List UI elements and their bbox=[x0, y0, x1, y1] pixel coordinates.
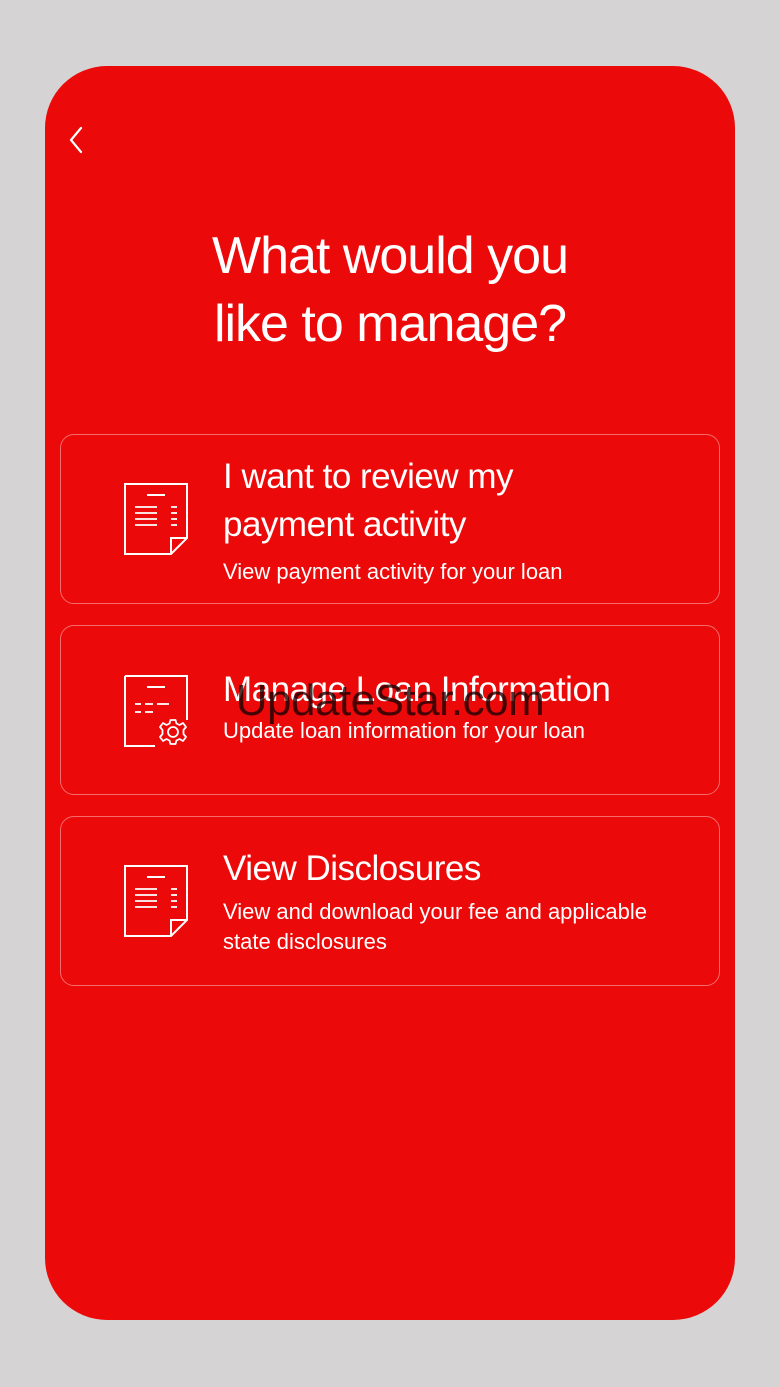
card-title: Manage Loan Information bbox=[223, 670, 611, 709]
card-subtitle: Update loan information for your loan bbox=[223, 718, 585, 743]
card-title: I want to review my payment activity bbox=[223, 457, 514, 544]
card-subtitle: View and download your fee and applicabl… bbox=[223, 899, 648, 954]
page-title-line-2: like to manage? bbox=[213, 295, 567, 353]
manage-loan-information-card[interactable]: Manage Loan Information Update loan info… bbox=[60, 625, 720, 795]
review-payment-activity-card[interactable]: I want to review my payment activity Vie… bbox=[60, 434, 720, 604]
page-title: What would you like to manage? bbox=[45, 222, 735, 358]
gear-icon bbox=[159, 719, 187, 745]
document-list-icon bbox=[124, 865, 188, 937]
card-subtitle: View payment activity for your loan bbox=[223, 559, 563, 584]
document-settings-icon bbox=[124, 675, 188, 747]
document-list-icon bbox=[124, 483, 188, 555]
chevron-left-icon bbox=[69, 126, 83, 154]
app-screen: What would you like to manage? I want to… bbox=[45, 66, 735, 1320]
card-title: View Disclosures bbox=[223, 849, 481, 888]
back-button[interactable] bbox=[67, 118, 107, 162]
page-title-line-1: What would you bbox=[212, 227, 569, 285]
view-disclosures-card[interactable]: View Disclosures View and download your … bbox=[60, 816, 720, 986]
